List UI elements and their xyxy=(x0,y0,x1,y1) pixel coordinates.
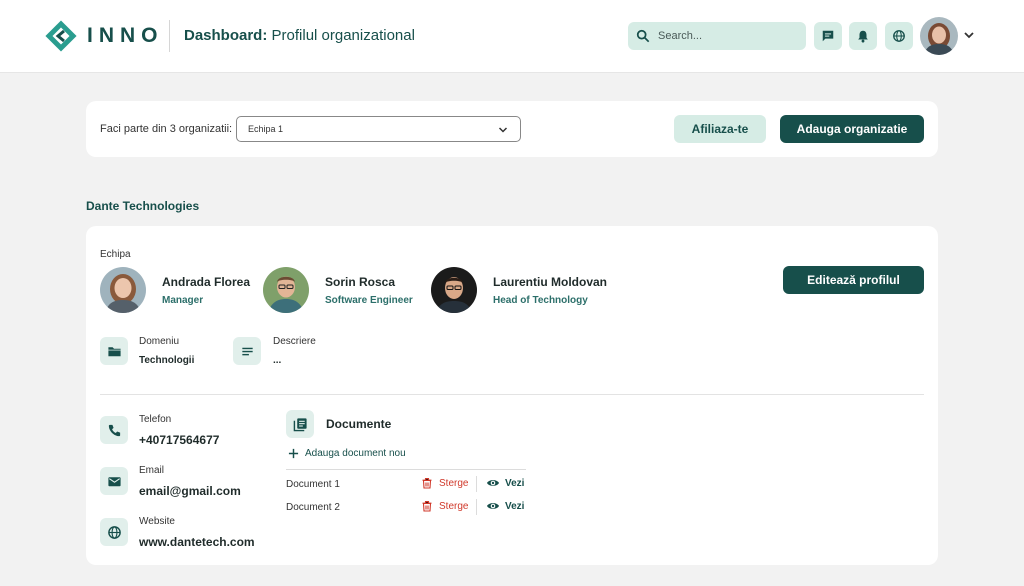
logo[interactable]: INNO xyxy=(45,20,164,52)
trash-icon xyxy=(422,477,432,489)
search-box[interactable] xyxy=(628,22,806,50)
avatar xyxy=(431,267,477,313)
eye-icon xyxy=(487,503,499,509)
page-title: Dashboard: Profilul organizational xyxy=(184,27,415,44)
description-icon-box xyxy=(233,337,261,365)
add-organization-button[interactable]: Adauga organizatie xyxy=(780,115,924,143)
view-label: Vezi xyxy=(505,477,525,489)
member-name: Laurentiu Moldovan xyxy=(493,274,607,289)
phone-label: Telefon xyxy=(139,414,172,425)
plus-icon xyxy=(288,448,299,459)
chevron-down-icon xyxy=(498,127,508,133)
delete-document-button[interactable]: Sterge xyxy=(421,477,468,489)
trash-icon xyxy=(422,500,432,512)
edit-profile-button[interactable]: Editează profilul xyxy=(783,266,924,294)
team-label: Echipa xyxy=(100,249,131,260)
document-row: Document 1 Sterge Vezi xyxy=(286,476,526,492)
description-label: Descriere xyxy=(273,336,316,347)
mail-icon xyxy=(107,476,121,486)
add-document-label: Adauga document nou xyxy=(305,448,406,459)
delete-document-button[interactable]: Sterge xyxy=(421,500,468,512)
logo-text: INNO xyxy=(87,24,164,47)
add-document-button[interactable]: Adauga document nou xyxy=(288,448,406,459)
chat-icon xyxy=(822,30,834,42)
user-avatar[interactable] xyxy=(920,17,958,55)
action-divider xyxy=(476,476,477,492)
view-document-button[interactable]: Vezi xyxy=(486,477,524,489)
team-member[interactable]: Laurentiu Moldovan Head of Technology xyxy=(431,267,607,313)
eye-icon xyxy=(487,480,499,486)
domain-label: Domeniu xyxy=(139,336,180,347)
page-title-prefix: Dashboard: xyxy=(184,27,268,44)
member-name: Sorin Rosca xyxy=(325,274,396,289)
globe-icon xyxy=(107,525,121,539)
notes-icon xyxy=(241,347,253,355)
website-label: Website xyxy=(139,516,175,527)
documents-title: Documente xyxy=(326,417,392,431)
team-select[interactable]: Echipa 1 xyxy=(236,116,521,142)
organization-card: Echipa Andrada Florea Manager Sorin Rosc… xyxy=(86,226,938,565)
member-role: Manager xyxy=(162,294,204,306)
website-value[interactable]: www.dantetech.com xyxy=(139,535,255,549)
folder-icon xyxy=(107,346,121,356)
page-title-text: Profilul organizational xyxy=(271,27,415,44)
member-role: Software Engineer xyxy=(325,294,413,306)
delete-label: Sterge xyxy=(439,477,469,489)
view-label: Vezi xyxy=(505,500,525,512)
website-icon-box xyxy=(100,518,128,546)
document-name: Document 2 xyxy=(286,502,340,513)
view-document-button[interactable]: Vezi xyxy=(486,500,524,512)
bell-icon xyxy=(858,30,868,43)
email-value[interactable]: email@gmail.com xyxy=(139,484,241,498)
search-icon xyxy=(636,29,650,43)
email-label: Email xyxy=(139,465,165,476)
action-divider xyxy=(476,499,477,515)
email-icon-box xyxy=(100,467,128,495)
avatar xyxy=(263,267,309,313)
document-name: Document 1 xyxy=(286,479,340,490)
team-member[interactable]: Sorin Rosca Software Engineer xyxy=(263,267,413,313)
team-member[interactable]: Andrada Florea Manager xyxy=(100,267,250,313)
description-value: ... xyxy=(273,355,282,366)
phone-icon xyxy=(108,424,120,436)
header-divider xyxy=(169,20,170,52)
messages-button[interactable] xyxy=(814,22,842,50)
documents-icon xyxy=(293,417,307,431)
document-row: Document 2 Sterge Vezi xyxy=(286,499,526,515)
phone-icon-box xyxy=(100,416,128,444)
search-input[interactable] xyxy=(658,30,798,42)
documents-icon-box xyxy=(286,410,314,438)
domain-value: Technologii xyxy=(139,355,195,366)
organization-count-label: Faci parte din 3 organizatii: xyxy=(100,123,233,135)
logo-icon xyxy=(45,20,77,52)
language-button[interactable] xyxy=(885,22,913,50)
join-button[interactable]: Afiliaza-te xyxy=(674,115,766,143)
team-select-value: Echipa 1 xyxy=(248,124,284,134)
phone-value[interactable]: +40717564677 xyxy=(139,433,219,447)
domain-icon-box xyxy=(100,337,128,365)
notifications-button[interactable] xyxy=(849,22,877,50)
top-bar: INNO Dashboard: Profilul organizational xyxy=(0,0,1024,73)
delete-label: Sterge xyxy=(439,500,469,512)
organization-bar: Faci parte din 3 organizatii: Echipa 1 A… xyxy=(86,101,938,157)
documents-divider xyxy=(286,469,526,470)
member-role: Head of Technology xyxy=(493,294,588,306)
user-avatar-image xyxy=(920,17,958,55)
member-name: Andrada Florea xyxy=(162,274,251,289)
section-divider xyxy=(100,394,924,395)
globe-icon xyxy=(893,30,905,42)
organization-name: Dante Technologies xyxy=(86,199,200,213)
avatar xyxy=(100,267,146,313)
chevron-down-icon[interactable] xyxy=(963,29,975,41)
